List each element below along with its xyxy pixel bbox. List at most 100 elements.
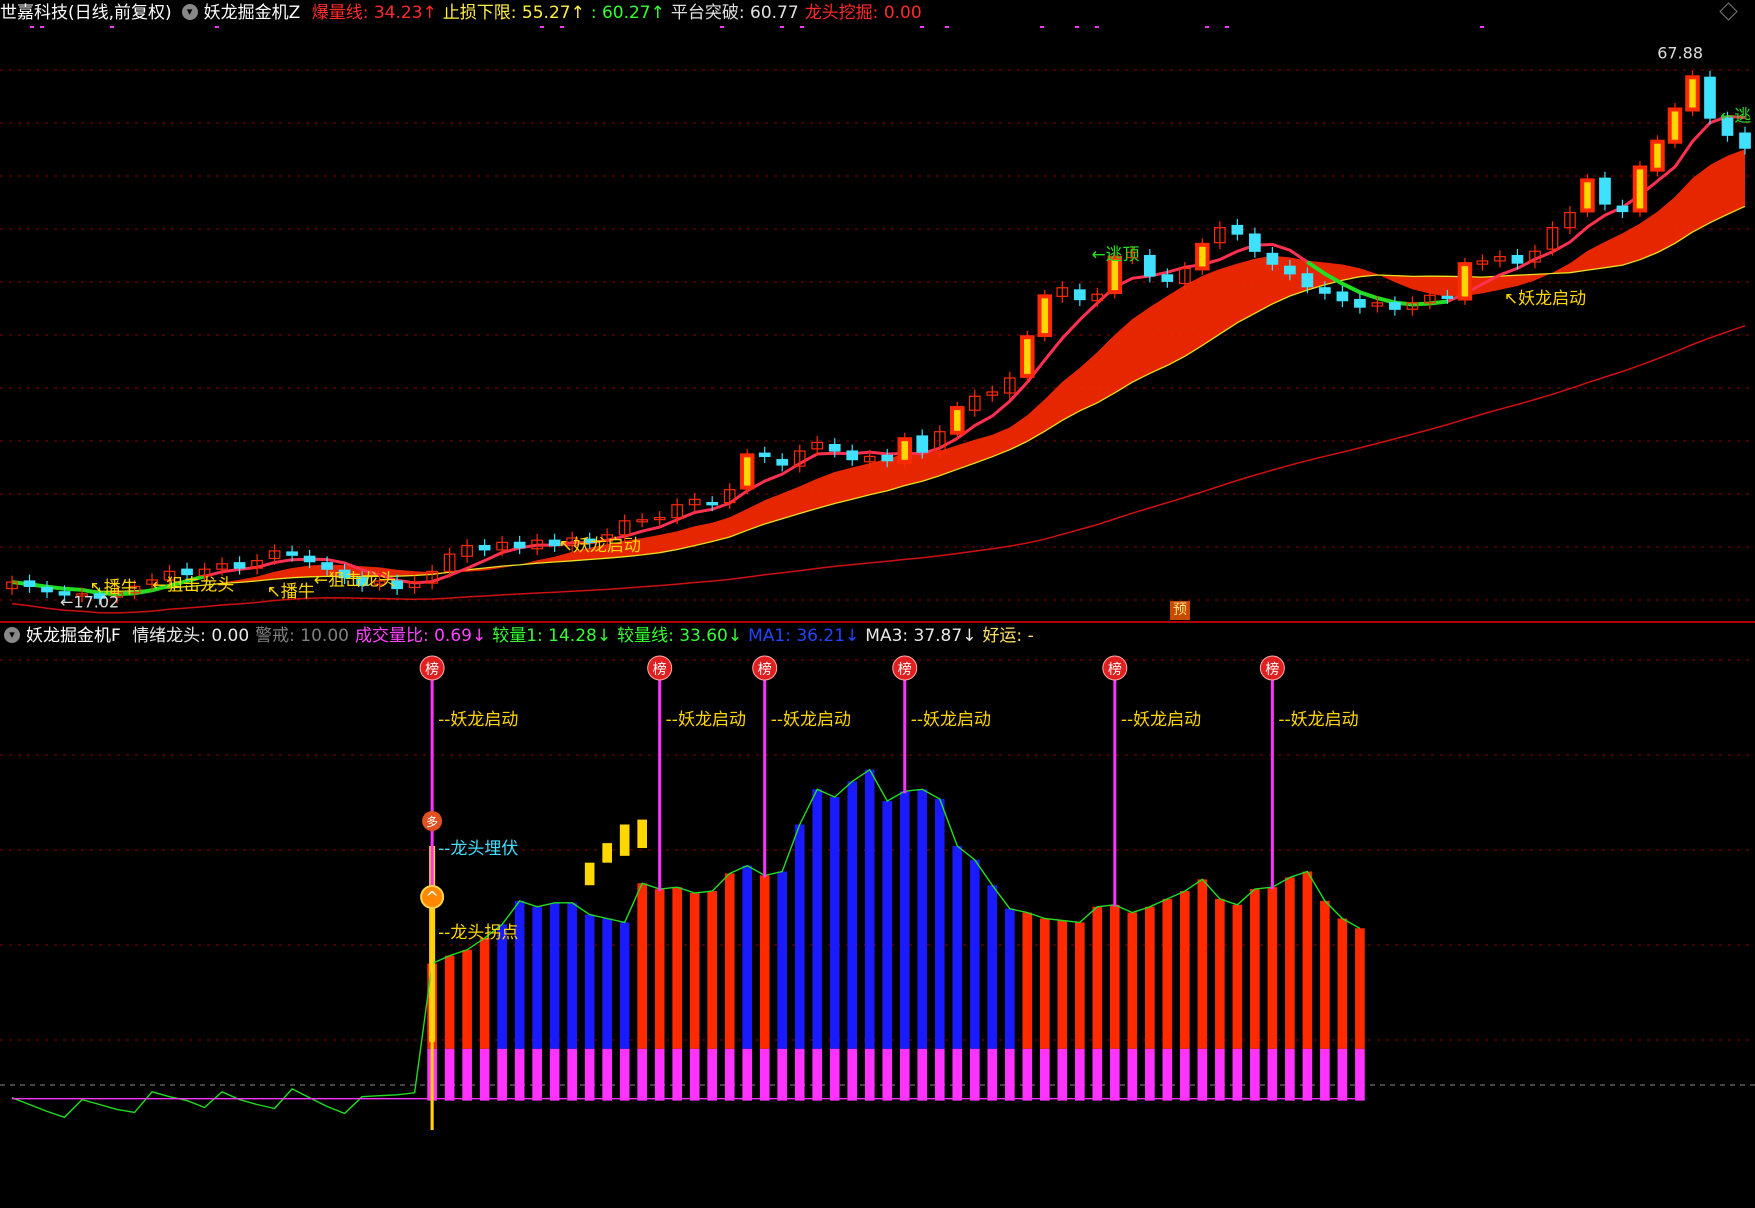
price-volume-chart[interactable]: 67.88←17.02↖妖龙启动↖妖龙启动←逃顶←逃←狙击龙头 ←狙击龙头↖播牛 ↖… [0, 0, 1755, 1208]
candle [1143, 254, 1156, 277]
candle [321, 562, 333, 570]
volume-bar [917, 789, 928, 1049]
volume-base-bar [444, 1048, 455, 1101]
volume-bar [654, 889, 665, 1049]
volume-base-bar [672, 1048, 683, 1101]
volume-bar [1267, 887, 1278, 1049]
volume-base-bar [707, 1048, 718, 1101]
signal-label: --妖龙启动 [911, 710, 991, 730]
volume-bar [987, 885, 998, 1049]
top-field: : 60.27↑ [590, 3, 665, 23]
volume-bar [1039, 918, 1050, 1049]
volume-base-bar [864, 1048, 875, 1101]
volume-bar [1057, 920, 1068, 1049]
volume-base-bar [1004, 1048, 1015, 1101]
candle [1319, 287, 1331, 294]
candle [1195, 242, 1210, 271]
volume-bar [549, 902, 560, 1049]
signal-label: --妖龙启动 [438, 710, 518, 730]
volume-bar [1250, 889, 1260, 1049]
volume-base-bar [777, 1048, 788, 1101]
bottom-field: 情绪龙头: 0.00 [132, 626, 250, 646]
signal-label: --妖龙启动 [666, 710, 746, 730]
volume-base-bar [1127, 1048, 1138, 1101]
dropdown-icon[interactable]: ▾ [4, 627, 20, 643]
top-field: 爆量线: 34.23↑ [311, 3, 437, 23]
top-annotation: ↖妖龙启动 [1504, 289, 1586, 309]
volume-base-bar [584, 1048, 595, 1101]
volume-base-bar [847, 1048, 858, 1101]
volume-base-bar [969, 1048, 980, 1101]
volume-base-bar [794, 1048, 805, 1101]
volume-base-bar [479, 1048, 490, 1101]
stock-title[interactable]: 世嘉科技(日线,前复权) [0, 3, 172, 23]
bottom-field: 较量线: 33.60↓ [617, 626, 743, 646]
volume-base-bar [1337, 1048, 1348, 1101]
top-annotation: ←逃顶 [1091, 245, 1139, 265]
turn-marker-label: ^ [425, 888, 438, 907]
candle [1231, 224, 1244, 235]
volume-bar [777, 871, 788, 1049]
volume-base-bar [987, 1048, 998, 1101]
candle [1580, 178, 1595, 213]
volume-bar [619, 922, 630, 1049]
bottom-field: MA3: 37.87↓ [865, 626, 977, 646]
volume-cap [637, 819, 647, 848]
volume-base-bar [689, 1048, 700, 1101]
volume-cap [602, 843, 612, 863]
volume-bar [462, 949, 472, 1049]
volume-base-bar [1250, 1048, 1260, 1101]
volume-base-bar [1057, 1048, 1068, 1101]
candle [776, 459, 789, 466]
volume-bar [497, 924, 507, 1049]
candle [1441, 295, 1454, 299]
rank-marker-label: 榜 [425, 661, 439, 678]
volume-bar [1215, 898, 1225, 1049]
volume-base-bar [1162, 1048, 1173, 1101]
volume-bar [672, 887, 683, 1049]
volume-bar [567, 902, 577, 1049]
volume-base-bar [1110, 1048, 1120, 1101]
volume-bar [847, 781, 858, 1049]
candle [478, 544, 491, 551]
candle [1301, 273, 1314, 288]
volume-bar [934, 799, 945, 1049]
high-price-label: 67.88 [1657, 44, 1703, 63]
bottom-indicator-name[interactable]: 妖龙掘金机F [26, 626, 121, 646]
candle [1632, 165, 1648, 213]
volume-bar [952, 846, 963, 1049]
candle [1266, 252, 1279, 265]
volume-base-bar [1022, 1048, 1033, 1101]
volume-base-bar [532, 1048, 542, 1101]
volume-base-bar [829, 1048, 840, 1101]
volume-bar [1092, 906, 1103, 1049]
volume-base-bar [882, 1048, 893, 1101]
volume-base-bar [1039, 1048, 1050, 1101]
top-indicator-fields: 爆量线: 34.23↑ 止损下限: 55.27↑: 60.27↑ 平台突破: 60.… [312, 3, 928, 23]
volume-base-bar [654, 1048, 665, 1101]
top-indicator-name[interactable]: 妖龙掘金机Z [204, 3, 301, 23]
volume-base-bar [812, 1048, 823, 1101]
volume-bar [812, 789, 823, 1049]
volume-base-bar [759, 1048, 770, 1101]
volume-base-bar [637, 1048, 647, 1101]
top-annotation: ←逃 [1720, 106, 1751, 126]
bottom-panel-header: ▾ 妖龙掘金机F 情绪龙头: 0.00 警戒: 10.00 成交量比: 0.69↓ 较量… [0, 623, 1755, 649]
candle [1284, 265, 1296, 275]
candle [1685, 75, 1700, 112]
ambush-label: --龙头埋伏 [438, 839, 518, 859]
rank-marker-label: 榜 [1265, 661, 1279, 678]
volume-base-bar [1302, 1048, 1313, 1101]
dropdown-icon[interactable]: ▾ [181, 4, 198, 20]
top-field: 止损下限: 55.27↑ [442, 3, 585, 23]
volume-bar [882, 801, 893, 1049]
volume-bar [1004, 908, 1015, 1049]
candle [1616, 205, 1629, 213]
candle [897, 437, 913, 464]
rank-marker-label: 榜 [758, 661, 772, 678]
volume-bar [1302, 871, 1313, 1049]
candle [286, 551, 298, 556]
signal-label: --妖龙启动 [1121, 710, 1201, 730]
signal-label: --妖龙启动 [771, 710, 851, 730]
volume-base-bar [1092, 1048, 1103, 1101]
